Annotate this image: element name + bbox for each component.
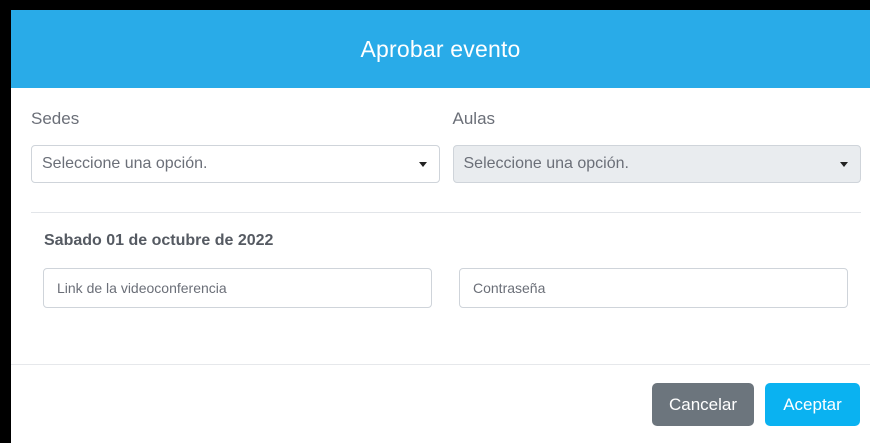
aulas-selected-value: Seleccione una opción. (463, 155, 629, 172)
section-divider (31, 212, 861, 213)
meeting-inputs (43, 268, 870, 308)
sedes-select[interactable]: Seleccione una opción. (31, 145, 440, 183)
videoconference-link-input[interactable] (43, 268, 432, 308)
sedes-label: Sedes (31, 109, 80, 128)
aulas-group: Aulas Seleccione una opción. (452, 88, 861, 183)
modal-title: Aprobar evento (360, 35, 521, 62)
chevron-down-icon (840, 161, 848, 167)
modal-header: Aprobar evento (11, 10, 870, 88)
password-input[interactable] (459, 268, 848, 308)
accept-button[interactable]: Aceptar (765, 383, 860, 426)
sedes-selected-value: Seleccione una opción. (42, 155, 208, 172)
cancel-button[interactable]: Cancelar (652, 383, 754, 426)
location-row: Sedes Seleccione una opción. Aulas Selec… (11, 88, 870, 183)
aulas-label: Aulas (452, 109, 496, 128)
sedes-group: Sedes Seleccione una opción. (31, 88, 440, 183)
approve-event-modal: Aprobar evento Sedes Seleccione una opci… (11, 10, 870, 443)
footer-divider (11, 364, 870, 365)
event-date: Sabado 01 de octubre de 2022 (44, 232, 274, 249)
aulas-select[interactable]: Seleccione una opción. (452, 145, 861, 183)
chevron-down-icon (418, 161, 427, 167)
